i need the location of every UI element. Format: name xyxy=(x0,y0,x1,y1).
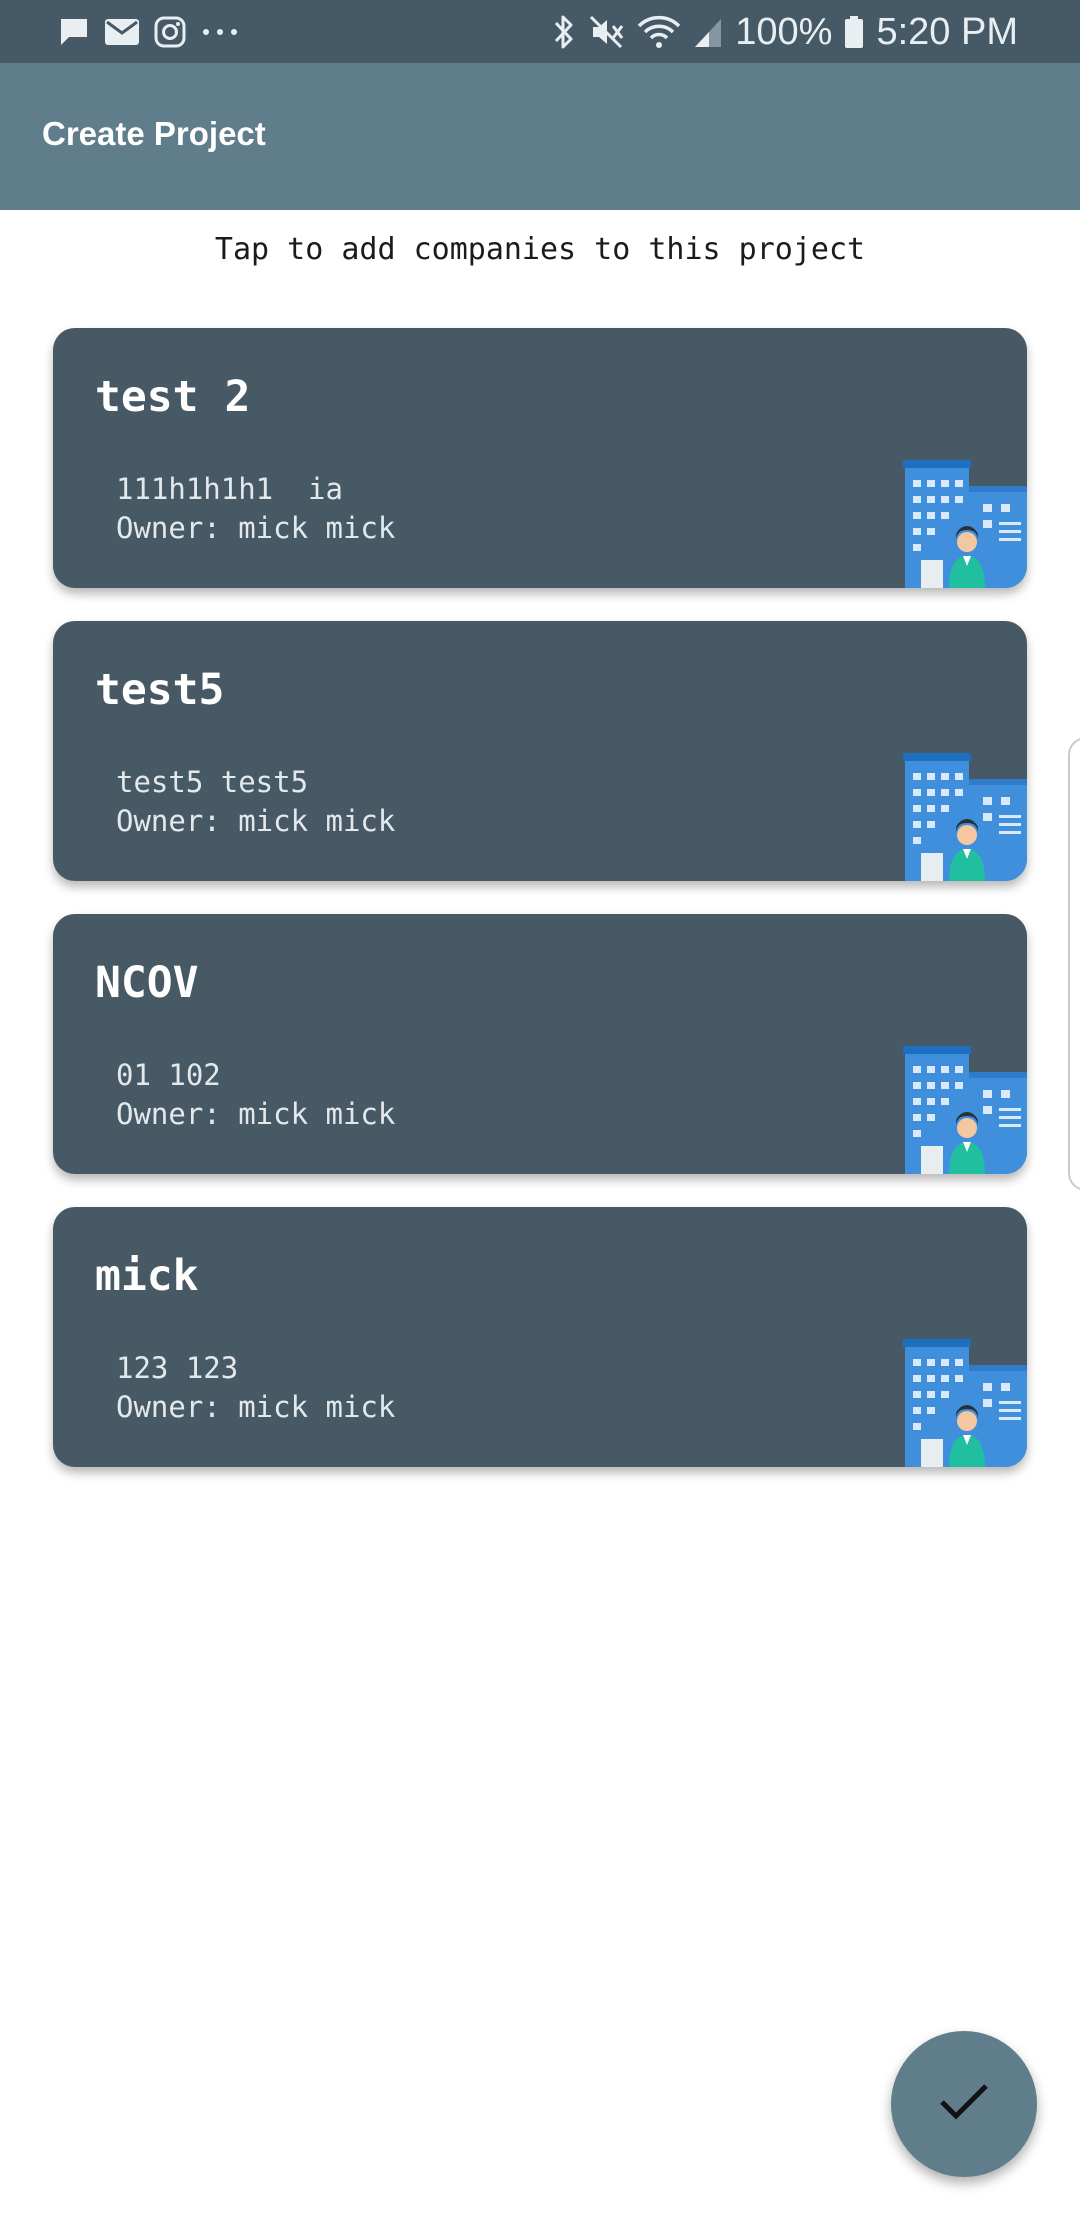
company-card[interactable]: NCOV 01 102 Owner: mick mick xyxy=(53,914,1027,1174)
edge-panel-handle[interactable] xyxy=(1068,737,1080,1191)
status-bar-system: 100% 5:20 PM xyxy=(551,8,1018,56)
instagram-icon xyxy=(154,16,186,48)
battery-percent: 100% xyxy=(735,10,833,53)
company-owner: Owner: mick mick xyxy=(116,804,396,838)
company-name: test 2 xyxy=(95,372,251,422)
battery-icon xyxy=(844,15,864,49)
company-subtitle: test5 test5 xyxy=(116,765,309,799)
company-building-icon xyxy=(903,1046,1027,1174)
instruction-text: Tap to add companies to this project xyxy=(214,232,866,267)
company-name: mick xyxy=(95,1251,199,1301)
status-bar: 100% 5:20 PM xyxy=(0,0,1080,63)
bluetooth-icon xyxy=(551,13,577,51)
company-owner: Owner: mick mick xyxy=(116,1097,396,1131)
message-icon xyxy=(58,16,90,48)
wifi-icon xyxy=(637,14,681,50)
company-owner: Owner: mick mick xyxy=(116,511,396,545)
signal-icon xyxy=(693,15,723,49)
company-subtitle: 111h1h1h1 ia xyxy=(116,472,343,506)
company-card[interactable]: mick 123 123 Owner: mick mick xyxy=(53,1207,1027,1467)
page-title: Create Project xyxy=(42,115,266,152)
status-bar-notifications xyxy=(58,14,240,50)
confirm-fab-button[interactable] xyxy=(891,2031,1037,2177)
check-icon xyxy=(938,2082,990,2126)
more-dots-icon xyxy=(200,16,240,48)
company-card[interactable]: test 2 111h1h1h1 ia Owner: mick mick xyxy=(53,328,1027,588)
company-subtitle: 01 102 xyxy=(116,1058,221,1092)
mute-icon xyxy=(589,14,625,50)
company-card[interactable]: test5 test5 test5 Owner: mick mick xyxy=(53,621,1027,881)
clock: 5:20 PM xyxy=(876,10,1018,53)
app-bar: Create Project xyxy=(0,63,1080,210)
mail-icon xyxy=(104,17,140,47)
company-subtitle: 123 123 xyxy=(116,1351,239,1385)
company-name: NCOV xyxy=(95,958,199,1008)
company-building-icon xyxy=(903,1339,1027,1467)
company-owner: Owner: mick mick xyxy=(116,1390,396,1424)
company-building-icon xyxy=(903,460,1027,588)
company-building-icon xyxy=(903,753,1027,881)
company-name: test5 xyxy=(95,665,225,715)
